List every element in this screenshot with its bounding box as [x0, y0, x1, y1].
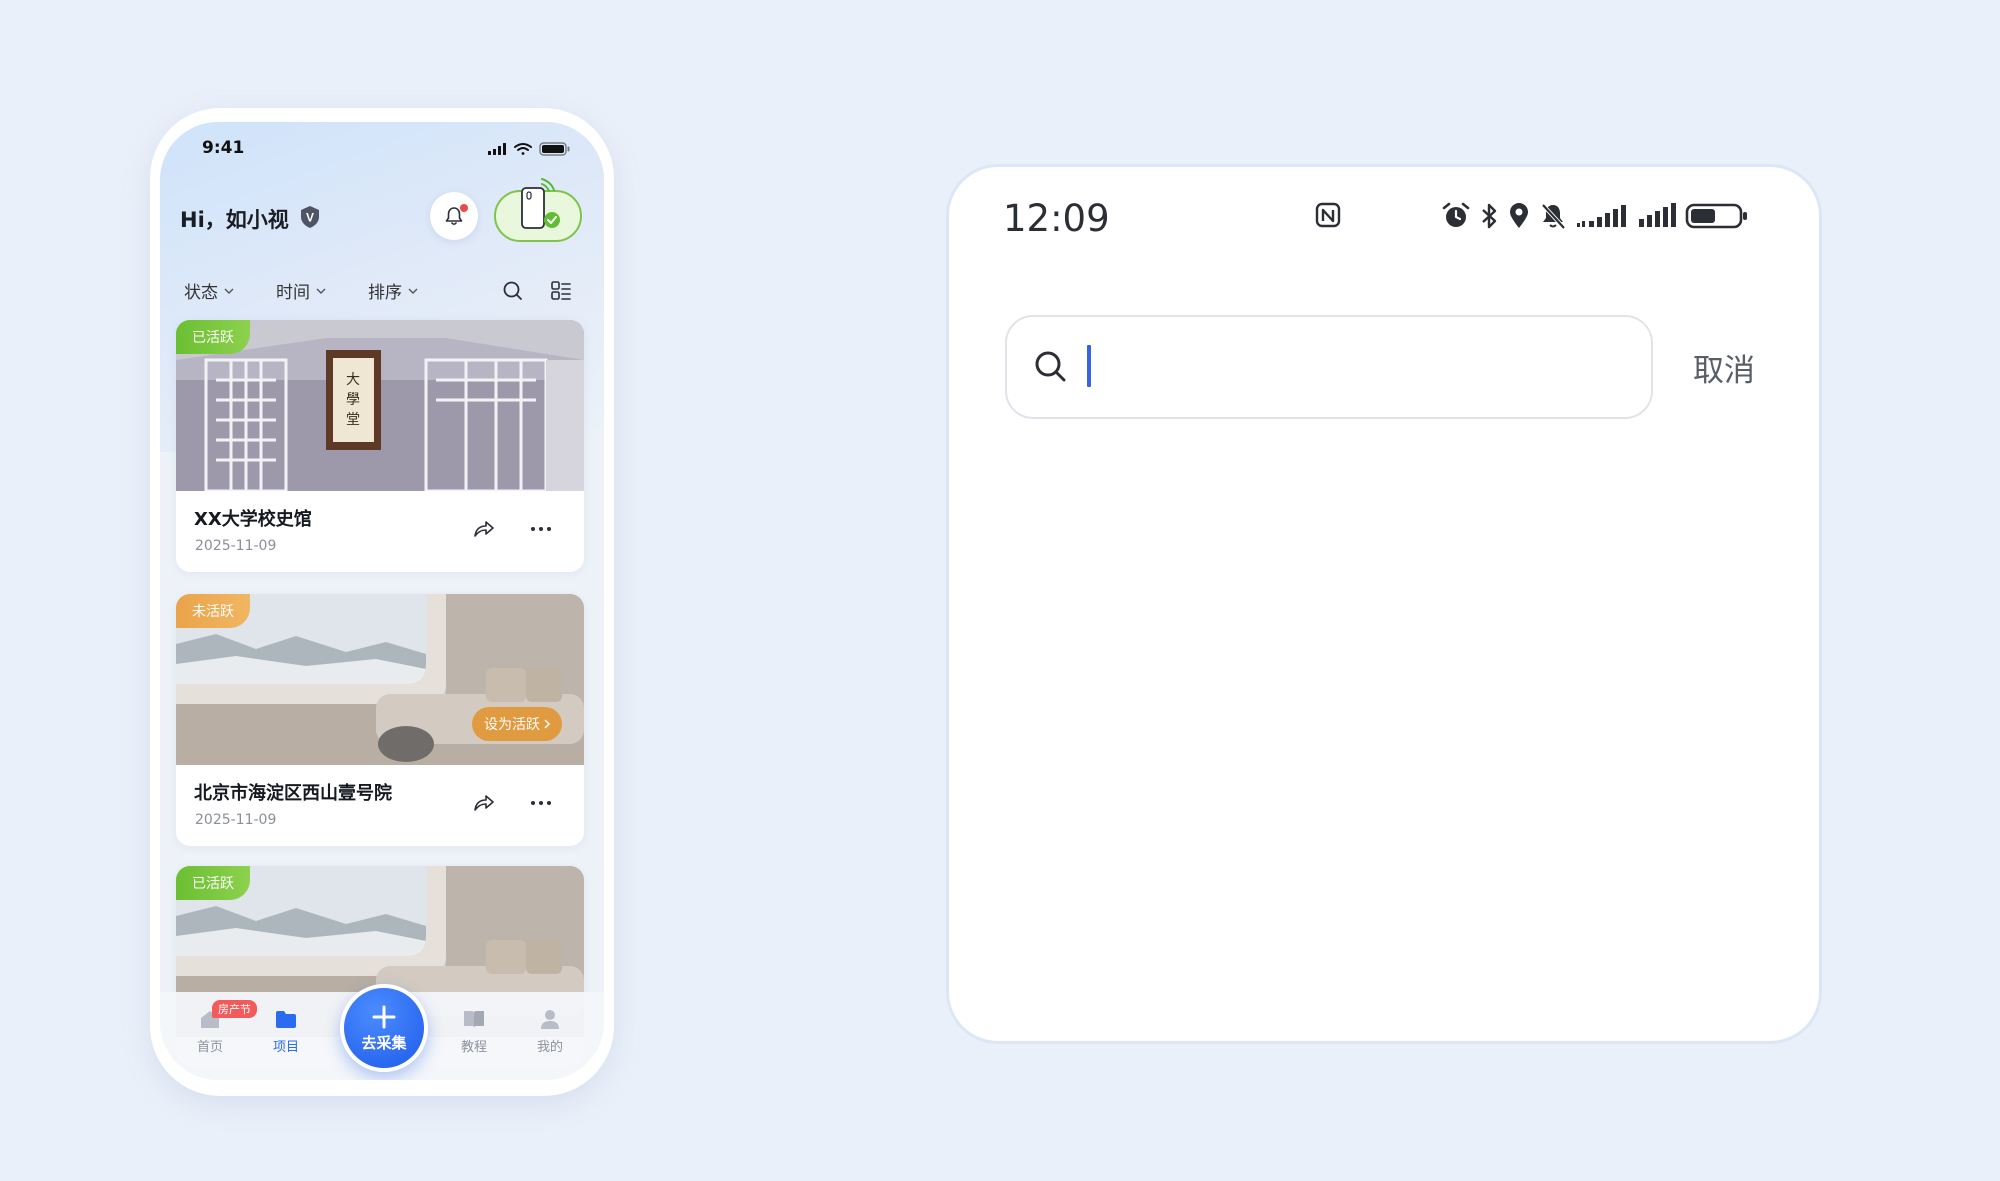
grid-list-icon	[551, 281, 571, 300]
nav-home-label: 首页	[196, 1040, 223, 1055]
device-connection-button[interactable]	[494, 178, 582, 242]
plus-icon	[372, 1005, 396, 1028]
filter-status[interactable]: 状态	[184, 278, 234, 303]
nav-item-projects[interactable]: 项目	[256, 1008, 316, 1055]
battery-icon	[539, 142, 570, 156]
status-tag: 已活跃	[176, 320, 250, 354]
more-button[interactable]	[528, 518, 554, 540]
search-button[interactable]	[502, 280, 524, 302]
capture-fab-label: 去采集	[361, 1033, 407, 1052]
svg-text:學: 學	[346, 392, 360, 408]
more-horizontal-icon	[531, 527, 551, 531]
status-icons	[1441, 201, 1749, 231]
filter-time[interactable]: 时间	[276, 278, 326, 303]
location-icon	[1510, 203, 1528, 228]
project-title: XX大学校史馆	[194, 509, 312, 530]
nav-profile-label: 我的	[536, 1040, 563, 1055]
project-date: 2025-11-09	[195, 538, 277, 554]
mute-bell-icon	[1541, 203, 1566, 230]
more-horizontal-icon	[531, 801, 551, 805]
project-title: 北京市海淀区西山壹号院	[194, 783, 392, 804]
signal-strength-icon-sim1	[1577, 205, 1626, 227]
share-button[interactable]	[472, 792, 496, 814]
chevron-down-icon	[408, 288, 418, 294]
chevron-right-icon	[544, 719, 550, 729]
nav-tutorial-label: 教程	[460, 1040, 487, 1055]
alarm-icon	[1442, 202, 1470, 227]
set-active-label: 设为活跃	[484, 717, 540, 733]
nav-item-tutorial[interactable]: 教程	[444, 1008, 504, 1055]
bluetooth-icon	[1482, 203, 1497, 229]
filter-sort[interactable]: 排序	[368, 278, 418, 303]
wifi-icon	[514, 143, 532, 155]
status-icons	[488, 142, 578, 156]
set-active-button[interactable]: 设为活跃	[472, 707, 562, 741]
status-time: 9:41	[202, 138, 245, 158]
status-tag: 已活跃	[176, 866, 250, 900]
share-icon	[474, 795, 494, 811]
signal-icon	[488, 143, 506, 155]
search-icon	[1033, 349, 1069, 385]
capture-fab-button[interactable]: 去采集	[340, 984, 428, 1072]
project-card[interactable]: 未活跃 设为活跃 北京市海淀区西山壹号院 2025-11-09	[176, 594, 584, 846]
project-card[interactable]: 大 學 堂 已活跃 XX大学校史馆 2025-11-09	[176, 320, 584, 572]
filter-status-label: 状态	[184, 283, 218, 303]
share-icon	[474, 521, 494, 537]
svg-text:大: 大	[346, 372, 360, 388]
badge-letter: V	[306, 211, 314, 225]
folder-icon	[276, 1011, 296, 1028]
chevron-down-icon	[224, 288, 234, 294]
share-button[interactable]	[472, 518, 496, 540]
user-icon	[541, 1010, 559, 1029]
status-time: 12:09	[1003, 197, 1110, 240]
text-cursor	[1087, 345, 1091, 387]
view-toggle-button[interactable]	[550, 280, 572, 302]
verified-badge-icon: V	[298, 205, 322, 229]
nav-projects-label: 项目	[272, 1040, 299, 1055]
search-screen: 12:09 取消	[946, 164, 1822, 1044]
more-button[interactable]	[528, 792, 554, 814]
notification-dot	[460, 204, 468, 212]
phone-connected-icon	[521, 178, 560, 229]
search-input[interactable]	[1005, 315, 1653, 419]
filter-sort-label: 排序	[368, 283, 402, 303]
cancel-button[interactable]: 取消	[1693, 345, 1755, 390]
greeting-text: Hi，如小视	[180, 208, 289, 232]
chevron-down-icon	[316, 288, 326, 294]
nav-item-profile[interactable]: 我的	[520, 1008, 580, 1055]
search-icon	[503, 281, 522, 300]
battery-icon	[1685, 203, 1747, 229]
promo-badge: 房产节	[212, 1000, 257, 1018]
signal-strength-icon-sim2	[1639, 203, 1676, 227]
status-tag: 未活跃	[176, 594, 250, 628]
project-list-screen: 9:41 Hi，如小视 V 状态 时间 排序 大 學 堂 已活跃 XX大学校史馆…	[160, 122, 604, 1080]
svg-text:堂: 堂	[346, 412, 360, 428]
nfc-icon	[1314, 201, 1342, 229]
project-date: 2025-11-09	[195, 812, 277, 828]
notification-button[interactable]	[430, 192, 478, 240]
book-icon	[464, 1011, 484, 1028]
filter-time-label: 时间	[276, 283, 310, 303]
filter-bar: 状态 时间 排序	[160, 270, 604, 310]
